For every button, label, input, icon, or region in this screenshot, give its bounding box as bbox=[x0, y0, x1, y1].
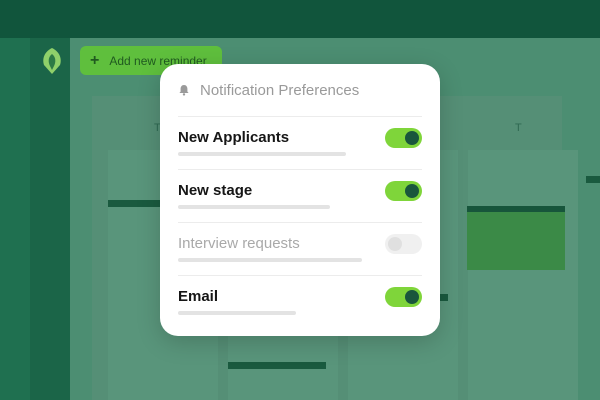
preference-label: New Applicants bbox=[178, 129, 290, 146]
calendar-event[interactable] bbox=[228, 362, 326, 369]
preference-description-placeholder bbox=[178, 311, 296, 315]
app-topbar bbox=[0, 0, 600, 38]
notification-preferences-card: Notification Preferences New Applicants … bbox=[160, 64, 440, 336]
app-sidebar bbox=[30, 38, 70, 400]
preference-label: Interview requests bbox=[178, 235, 300, 252]
new-stage-toggle[interactable] bbox=[385, 181, 422, 201]
email-toggle[interactable] bbox=[385, 287, 422, 307]
card-header: Notification Preferences bbox=[178, 64, 422, 117]
preference-label: New stage bbox=[178, 182, 253, 199]
calendar-day-label: T bbox=[515, 122, 522, 134]
preference-label: Email bbox=[178, 288, 219, 305]
calendar-event[interactable] bbox=[467, 206, 565, 270]
calendar-event[interactable] bbox=[440, 294, 448, 301]
preference-row-interview-requests: Interview requests bbox=[178, 223, 422, 276]
toggle-knob bbox=[388, 237, 402, 251]
preference-description-placeholder bbox=[178, 152, 346, 156]
preference-row-new-stage: New stage bbox=[178, 170, 422, 223]
brand-logo-icon bbox=[43, 48, 61, 74]
calendar-event[interactable] bbox=[586, 176, 600, 183]
interview-requests-toggle[interactable] bbox=[385, 234, 422, 254]
plus-icon: + bbox=[90, 51, 100, 69]
preference-row-new-applicants: New Applicants bbox=[178, 117, 422, 170]
new-applicants-toggle[interactable] bbox=[385, 128, 422, 148]
preference-description-placeholder bbox=[178, 258, 362, 262]
calendar-column bbox=[468, 150, 578, 400]
calendar-event[interactable] bbox=[108, 200, 160, 207]
toggle-knob bbox=[405, 290, 419, 304]
preference-row-email: Email bbox=[178, 276, 422, 328]
toggle-knob bbox=[405, 184, 419, 198]
card-title: Notification Preferences bbox=[200, 81, 360, 99]
bell-icon bbox=[179, 85, 189, 96]
toggle-knob bbox=[405, 131, 419, 145]
preference-description-placeholder bbox=[178, 205, 330, 209]
